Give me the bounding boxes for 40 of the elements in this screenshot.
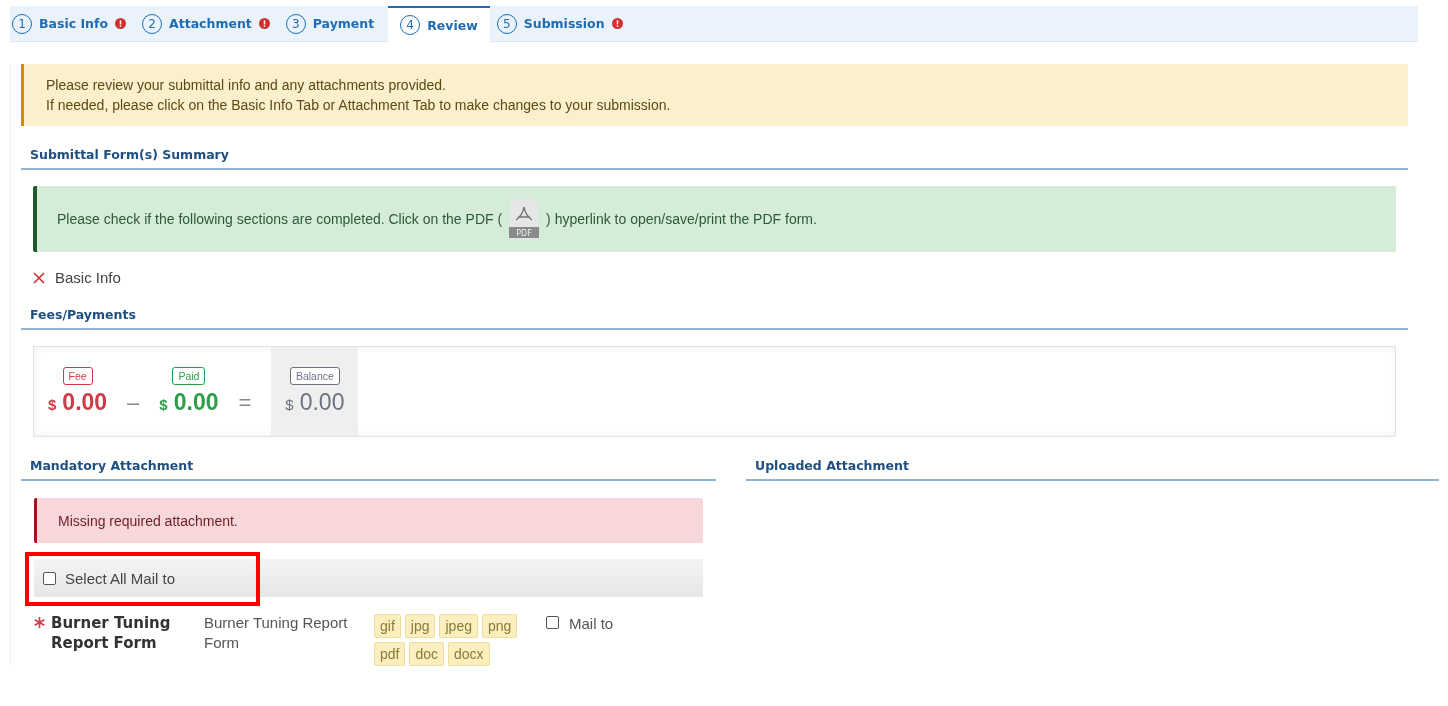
error-text: Missing required attachment.: [58, 512, 238, 529]
amount-tag: Fee: [62, 367, 93, 385]
file-type-tag: doc: [409, 642, 445, 666]
amount-tag: Paid: [172, 367, 206, 385]
currency-sign: $: [48, 396, 57, 413]
notice-text: If needed, please click on the Basic Info Tab or Attachment Tab to make changes to your submission.: [46, 96, 672, 115]
section-status-label: Basic Info: [55, 269, 121, 286]
amount-value: 0.00: [62, 389, 108, 416]
step-tab[interactable]: 4 Review: [388, 6, 490, 42]
step-tab[interactable]: 3 Payment: [283, 6, 384, 41]
instruction-text: ) hyperlink to open/save/print the PDF form.: [546, 211, 817, 227]
file-type-tag: pdf: [374, 642, 406, 666]
file-type-tag: gif: [374, 614, 401, 638]
file-type-tag: docx: [448, 642, 490, 666]
amount-value: 0.00: [299, 389, 345, 416]
amount-tag: Balance: [289, 367, 340, 385]
attachment-description: Burner Tuning Report Form: [204, 613, 349, 653]
amount-value: 0.00: [173, 389, 219, 416]
instruction-text: Please check if the following sections are completed. Click on the PDF (: [57, 211, 503, 227]
currency-sign: $: [285, 396, 294, 413]
pdf-icon: PDF: [507, 199, 542, 239]
step-tab[interactable]: 2 Attachment: [140, 6, 279, 41]
step-tab[interactable]: 1 Basic Info: [10, 6, 136, 41]
file-type-tag: jpeg: [439, 614, 478, 638]
file-type-tag: jpg: [404, 614, 436, 638]
checkbox-label: Select All Mail to: [65, 569, 176, 587]
section-heading: Fees/Payments: [30, 307, 136, 322]
section-heading: Mandatory Attachment: [30, 458, 194, 473]
section-heading: Submittal Form(s) Summary: [30, 147, 229, 162]
notice-text: Please review your submittal info and any attachments provided.: [46, 76, 447, 95]
file-type-tag: png: [481, 614, 518, 638]
operator-sign: =: [238, 389, 252, 416]
checkbox[interactable]: [546, 616, 559, 629]
step-tab[interactable]: 5 Submission: [494, 6, 632, 41]
operator-sign: –: [127, 389, 140, 416]
checkbox-label: Mail to: [569, 615, 614, 632]
section-heading: Uploaded Attachment: [755, 458, 909, 473]
checkbox[interactable]: [43, 571, 56, 585]
attachment-name: Burner Tuning Report Form: [51, 613, 172, 653]
currency-sign: $: [159, 396, 168, 413]
